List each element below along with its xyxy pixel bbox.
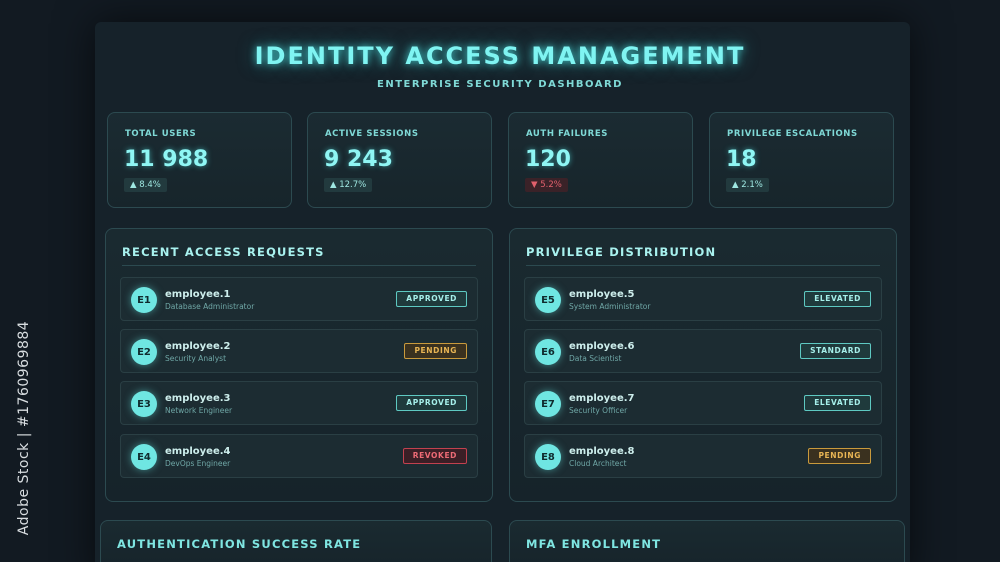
status-badge: APPROVED — [396, 395, 467, 411]
divider — [526, 265, 880, 266]
list-item[interactable]: E6 employee.6 Data Scientist STANDARD — [524, 329, 882, 373]
employee-name: employee.7 — [569, 393, 635, 404]
page-title: IDENTITY ACCESS MANAGEMENT — [254, 42, 746, 70]
status-badge: APPROVED — [396, 291, 467, 307]
list-item[interactable]: E3 employee.3 Network Engineer APPROVED — [120, 381, 478, 425]
mfa-enrollment-panel: MFA ENROLLMENT — [509, 520, 905, 562]
employee-role: Database Administrator — [165, 302, 255, 311]
stat-label: ACTIVE SESSIONS — [325, 129, 419, 139]
status-badge: STANDARD — [800, 343, 871, 359]
list-item[interactable]: E2 employee.2 Security Analyst PENDING — [120, 329, 478, 373]
stat-card-privilege-escalations[interactable]: PRIVILEGE ESCALATIONS 18 ▲ 2.1% — [709, 112, 894, 208]
avatar: E4 — [131, 444, 157, 470]
employee-name: employee.5 — [569, 289, 635, 300]
divider — [122, 265, 476, 266]
status-badge: PENDING — [404, 343, 467, 359]
stat-delta: ▲ 8.4% — [124, 178, 167, 192]
employee-role: DevOps Engineer — [165, 459, 231, 468]
stat-value: 9 243 — [324, 147, 393, 172]
stat-value: 120 — [525, 147, 571, 172]
avatar: E2 — [131, 339, 157, 365]
employee-name: employee.2 — [165, 341, 231, 352]
status-badge: ELEVATED — [804, 395, 871, 411]
panel-title: RECENT ACCESS REQUESTS — [122, 245, 325, 259]
avatar: E6 — [535, 339, 561, 365]
employee-name: employee.4 — [165, 446, 231, 457]
stat-label: PRIVILEGE ESCALATIONS — [727, 129, 858, 139]
recent-access-requests-panel: RECENT ACCESS REQUESTS E1 employee.1 Dat… — [105, 228, 493, 502]
stat-card-total-users[interactable]: TOTAL USERS 11 988 ▲ 8.4% — [107, 112, 292, 208]
list-item[interactable]: E7 employee.7 Security Officer ELEVATED — [524, 381, 882, 425]
list-item[interactable]: E4 employee.4 DevOps Engineer REVOKED — [120, 434, 478, 478]
stat-value: 11 988 — [124, 147, 209, 172]
page-subtitle: ENTERPRISE SECURITY DASHBOARD — [377, 79, 623, 90]
employee-name: employee.1 — [165, 289, 231, 300]
panel-title: PRIVILEGE DISTRIBUTION — [526, 245, 717, 259]
stock-watermark: Adobe Stock | #1760969884 — [12, 300, 32, 560]
employee-name: employee.8 — [569, 446, 635, 457]
avatar: E8 — [535, 444, 561, 470]
stat-value: 18 — [726, 147, 757, 172]
privilege-distribution-panel: PRIVILEGE DISTRIBUTION E5 employee.5 Sys… — [509, 228, 897, 502]
panel-title: MFA ENROLLMENT — [526, 537, 662, 551]
avatar: E1 — [131, 287, 157, 313]
list-item[interactable]: E8 employee.8 Cloud Architect PENDING — [524, 434, 882, 478]
list-item[interactable]: E5 employee.5 System Administrator ELEVA… — [524, 277, 882, 321]
stat-label: TOTAL USERS — [125, 129, 197, 139]
authentication-success-rate-panel: AUTHENTICATION SUCCESS RATE — [100, 520, 492, 562]
employee-name: employee.3 — [165, 393, 231, 404]
employee-role: Security Officer — [569, 406, 628, 415]
employee-role: Cloud Architect — [569, 459, 627, 468]
employee-role: Network Engineer — [165, 406, 233, 415]
stat-delta: ▲ 12.7% — [324, 178, 373, 192]
avatar: E3 — [131, 391, 157, 417]
employee-role: System Administrator — [569, 302, 651, 311]
stat-label: AUTH FAILURES — [526, 129, 608, 139]
employee-role: Security Analyst — [165, 354, 227, 363]
status-badge: ELEVATED — [804, 291, 871, 307]
stat-delta: ▼ 5.2% — [525, 178, 568, 192]
stat-card-auth-failures[interactable]: AUTH FAILURES 120 ▼ 5.2% — [508, 112, 693, 208]
status-badge: REVOKED — [402, 448, 467, 464]
list-item[interactable]: E1 employee.1 Database Administrator APP… — [120, 277, 478, 321]
watermark-text: Adobe Stock | #1760969884 — [16, 320, 32, 536]
panel-title: AUTHENTICATION SUCCESS RATE — [117, 537, 362, 551]
avatar: E5 — [535, 287, 561, 313]
avatar: E7 — [535, 391, 561, 417]
employee-role: Data Scientist — [569, 354, 622, 363]
status-badge: PENDING — [808, 448, 871, 464]
employee-name: employee.6 — [569, 341, 635, 352]
stat-card-active-sessions[interactable]: ACTIVE SESSIONS 9 243 ▲ 12.7% — [307, 112, 492, 208]
stat-delta: ▲ 2.1% — [726, 178, 769, 192]
